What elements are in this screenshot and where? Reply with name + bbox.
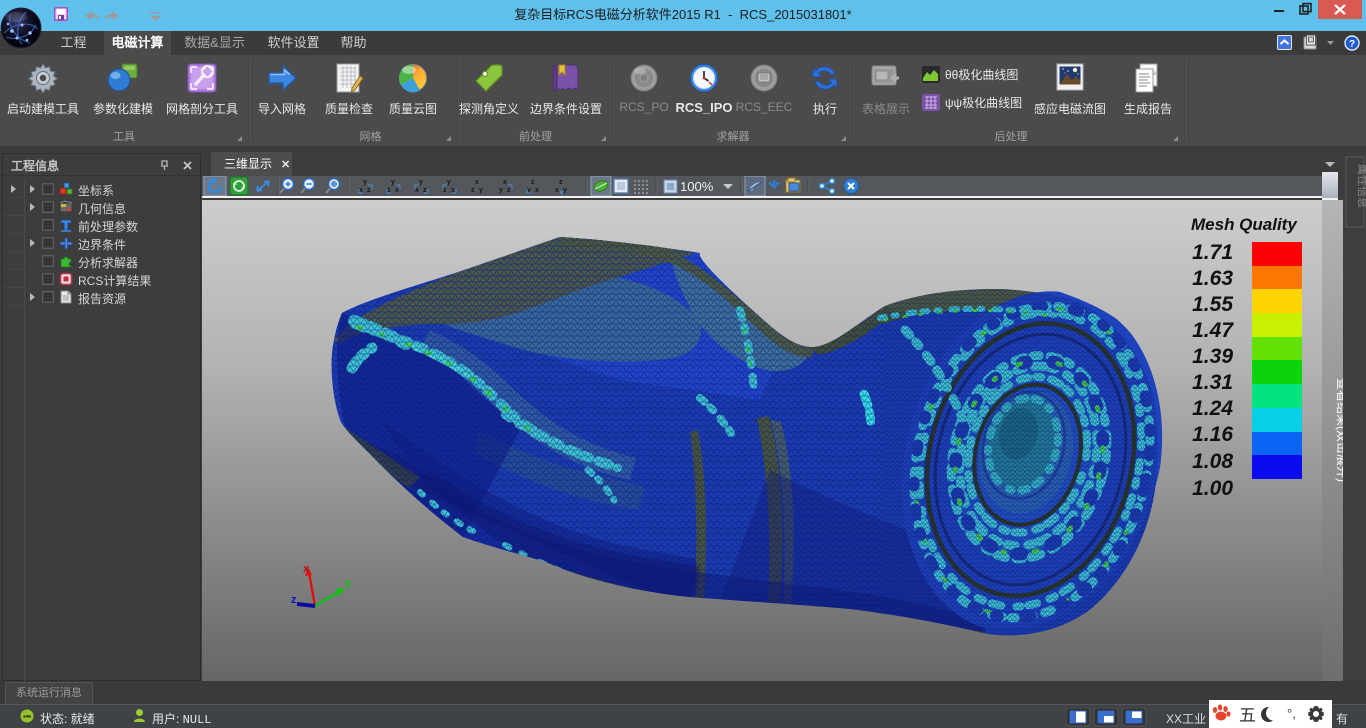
- svg-text:z: z: [367, 187, 371, 194]
- svg-text:z: z: [291, 594, 297, 606]
- svg-text:y: y: [391, 179, 395, 186]
- svg-text:y: y: [447, 179, 451, 186]
- svg-text:x: x: [555, 187, 559, 194]
- svg-text:y: y: [479, 187, 483, 194]
- svg-text:x: x: [503, 179, 507, 186]
- svg-text:x: x: [475, 179, 479, 186]
- svg-text:y: y: [563, 187, 567, 194]
- svg-text:x: x: [395, 187, 399, 194]
- svg-text:z: z: [559, 179, 563, 186]
- svg-text:z: z: [531, 179, 535, 186]
- svg-text:属性信息: 属性信息: [1356, 164, 1366, 208]
- svg-text:z: z: [443, 187, 447, 194]
- svg-text:x: x: [415, 187, 419, 194]
- svg-text:x: x: [535, 187, 539, 194]
- svg-text:100%: 100%: [680, 179, 714, 194]
- svg-text:y: y: [363, 179, 367, 186]
- svg-text:z: z: [507, 187, 511, 194]
- svg-text:y: y: [499, 187, 503, 194]
- svg-text:y: y: [419, 179, 423, 186]
- svg-text:?: ?: [1349, 39, 1355, 50]
- svg-text:y: y: [345, 577, 352, 589]
- svg-text:z: z: [471, 187, 475, 194]
- svg-text:x: x: [303, 563, 310, 575]
- svg-text:五: 五: [1239, 706, 1256, 725]
- svg-text:°,: °,: [1287, 706, 1296, 721]
- svg-text:查看结果(双击展开): 查看结果(双击展开): [1335, 378, 1343, 482]
